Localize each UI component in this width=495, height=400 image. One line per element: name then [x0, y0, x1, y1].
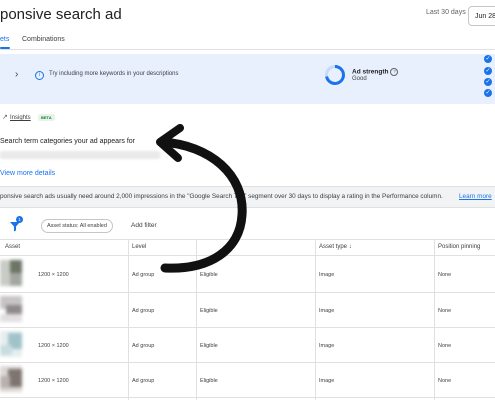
asset-thumbnail[interactable]	[0, 331, 34, 357]
ad-strength-label: Ad strength?	[352, 68, 399, 76]
filter-count-badge: 1	[16, 216, 23, 223]
insights-icon: ↗	[2, 114, 8, 121]
asset-thumbnail[interactable]	[0, 296, 34, 322]
beta-badge: BETA	[38, 114, 55, 121]
column-divider	[315, 239, 316, 400]
learn-more-link[interactable]: Learn more	[459, 193, 492, 200]
page-title: ponsive search ad	[0, 6, 122, 23]
header-divider	[0, 49, 495, 50]
tab-combinations[interactable]: Combinations	[22, 36, 65, 43]
column-divider	[128, 239, 129, 400]
date-range-label: Last 30 days	[426, 9, 466, 16]
ad-strength-panel	[0, 54, 495, 104]
asset-pinning: None	[438, 343, 452, 349]
blurred-categories	[0, 151, 160, 159]
asset-size: 1200 × 1200	[38, 272, 69, 278]
info-icon: i	[35, 71, 44, 80]
asset-size: 1200 × 1200	[38, 343, 69, 349]
ad-strength-ring-icon	[325, 65, 345, 85]
ad-strength-value: Good	[352, 76, 367, 82]
asset-status: Eligible	[200, 343, 218, 349]
view-more-details-link[interactable]: View more details	[0, 170, 55, 177]
column-divider	[434, 239, 435, 400]
sort-arrow-icon: ↓	[348, 244, 352, 250]
tab-assets[interactable]: ets	[0, 36, 9, 43]
help-icon[interactable]: ?	[390, 68, 399, 76]
hand-drawn-arrow	[156, 124, 247, 273]
insights-link[interactable]: Insights	[10, 115, 31, 121]
date-picker-button[interactable]: Jun 28	[468, 6, 495, 26]
asset-level: Ad group	[132, 378, 155, 384]
asset-thumbnail[interactable]	[0, 260, 34, 286]
asset-type: Image	[319, 378, 335, 384]
column-header-position-pinning[interactable]: Position pinning	[438, 244, 480, 250]
column-header-asset-type[interactable]: Asset type ↓	[319, 244, 352, 250]
row-divider	[0, 362, 495, 363]
asset-status-filter-chip[interactable]: Asset status: All enabled	[41, 219, 113, 233]
check-circle-icon: ✓	[484, 67, 492, 75]
asset-status: Eligible	[200, 308, 218, 314]
asset-type: Image	[319, 272, 335, 278]
search-term-categories-heading: Search term categories your ad appears f…	[0, 138, 136, 145]
row-divider	[0, 292, 495, 293]
chevron-right-icon[interactable]: ›	[15, 69, 25, 81]
asset-level: Ad group	[132, 343, 155, 349]
asset-type: Image	[319, 343, 335, 349]
asset-status: Eligible	[200, 378, 218, 384]
check-circle-icon: ✓	[484, 78, 492, 86]
check-circle-icon: ✓	[484, 55, 492, 63]
asset-pinning: None	[438, 272, 452, 278]
asset-type: Image	[319, 308, 335, 314]
asset-size: 1200 × 1200	[38, 378, 69, 384]
asset-level: Ad group	[132, 308, 155, 314]
check-circle-icon: ✓	[484, 89, 492, 97]
asset-pinning: None	[438, 378, 452, 384]
ad-strength-tip: Try including more keywords in your desc…	[49, 71, 179, 77]
column-header-asset[interactable]: Asset	[5, 244, 20, 250]
row-divider	[0, 397, 495, 398]
asset-thumbnail[interactable]	[0, 366, 34, 392]
row-divider	[0, 327, 495, 328]
asset-pinning: None	[438, 308, 452, 314]
